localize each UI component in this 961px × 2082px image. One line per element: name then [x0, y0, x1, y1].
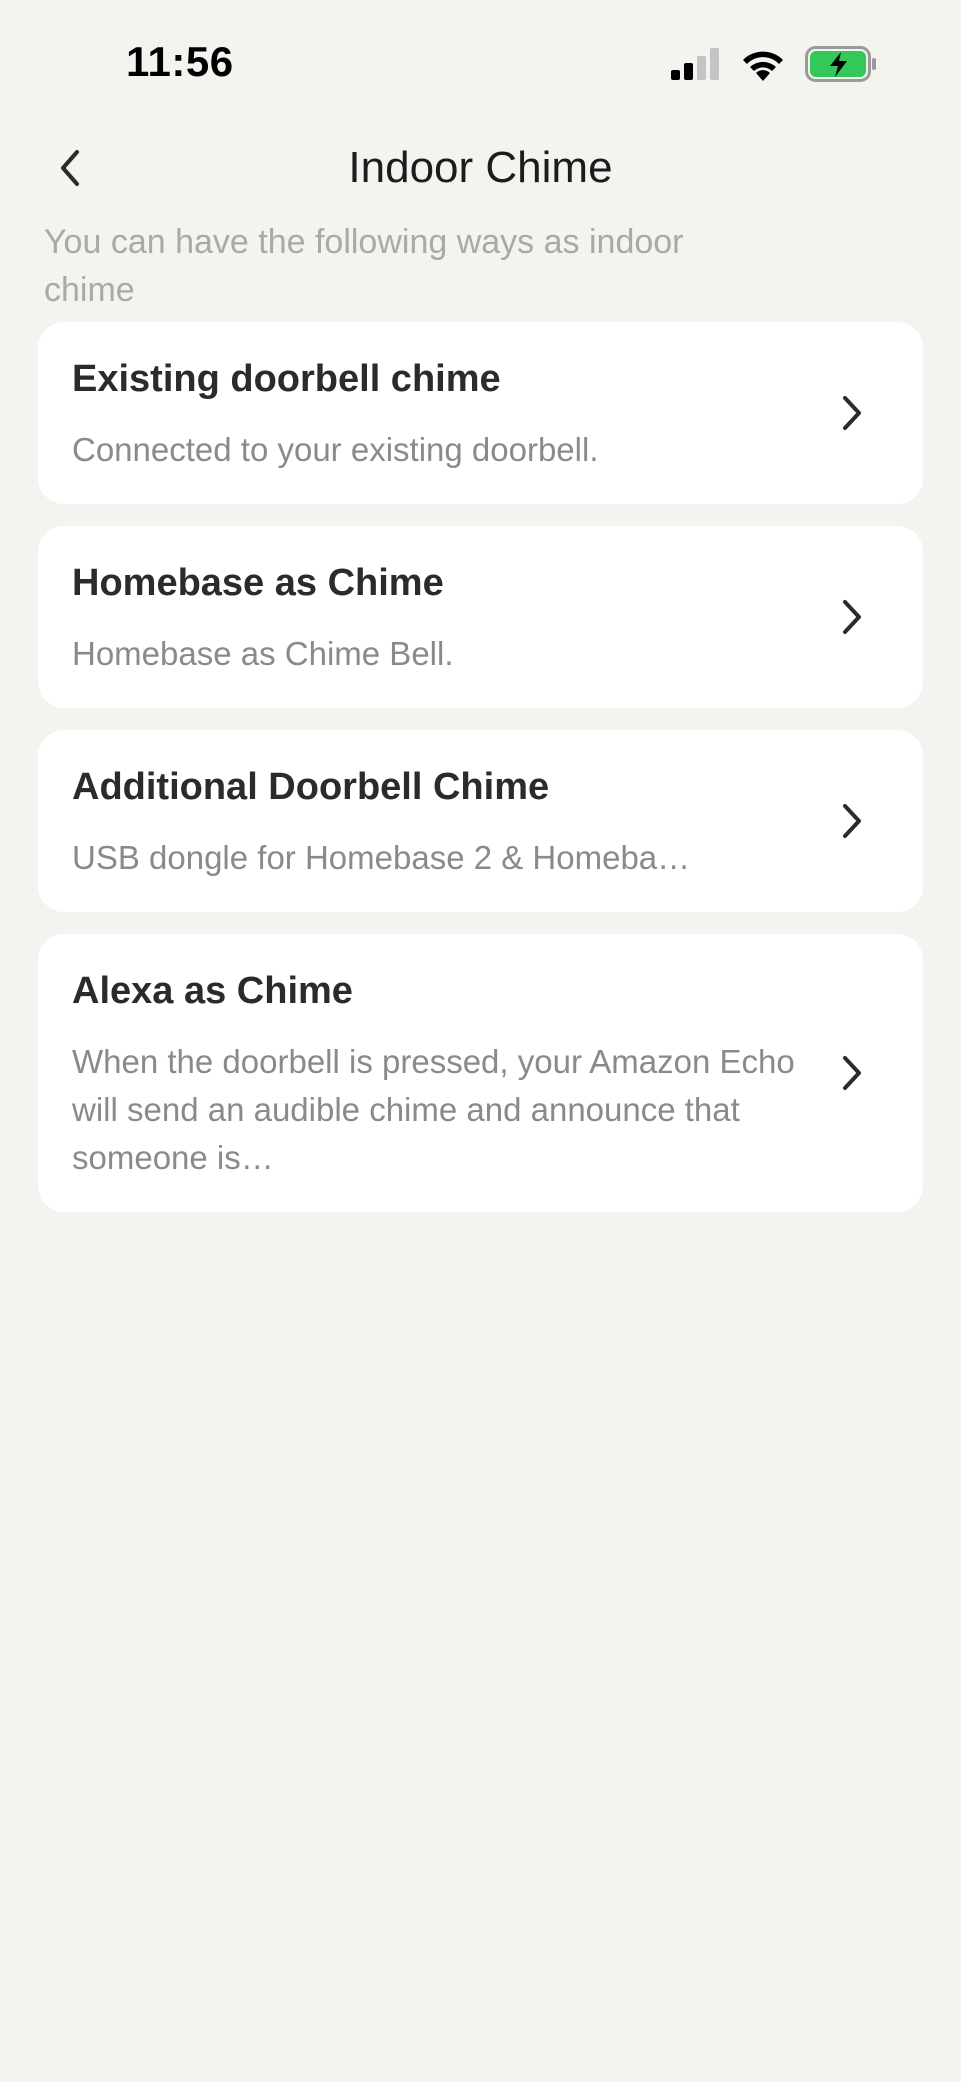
status-bar: 11:56 — [0, 0, 961, 120]
chevron-right-icon — [843, 600, 861, 634]
option-existing-doorbell-chime[interactable]: Existing doorbell chime Connected to you… — [38, 322, 923, 504]
status-icons — [671, 46, 877, 82]
battery-charging-icon — [805, 46, 876, 82]
status-time: 11:56 — [126, 38, 234, 85]
option-title: Alexa as Chime — [72, 970, 353, 1012]
page-title: Indoor Chime — [348, 143, 613, 192]
option-title: Additional Doorbell Chime — [72, 766, 550, 808]
option-description: USB dongle for Homebase 2 & Homeba… — [72, 839, 691, 876]
option-title: Existing doorbell chime — [72, 358, 501, 400]
option-alexa-as-chime[interactable]: Alexa as Chime When the doorbell is pres… — [38, 934, 923, 1212]
option-description: When the doorbell is pressed, your Amazo… — [72, 1043, 795, 1176]
option-description: Homebase as Chime Bell. — [72, 635, 454, 672]
chevron-right-icon — [843, 804, 861, 838]
option-additional-doorbell-chime[interactable]: Additional Doorbell Chime USB dongle for… — [38, 730, 923, 912]
option-title: Homebase as Chime — [72, 562, 444, 604]
chime-options-list: Existing doorbell chime Connected to you… — [38, 322, 923, 1234]
wifi-icon — [743, 51, 783, 81]
chevron-right-icon — [843, 1056, 861, 1090]
navigation-header: Indoor Chime — [0, 120, 961, 216]
option-homebase-as-chime[interactable]: Homebase as Chime Homebase as Chime Bell… — [38, 526, 923, 708]
page-subtitle: You can have the following ways as indoo… — [44, 223, 684, 309]
cellular-signal-icon — [671, 48, 719, 80]
chevron-right-icon — [843, 396, 861, 430]
option-description: Connected to your existing doorbell. — [72, 431, 599, 468]
